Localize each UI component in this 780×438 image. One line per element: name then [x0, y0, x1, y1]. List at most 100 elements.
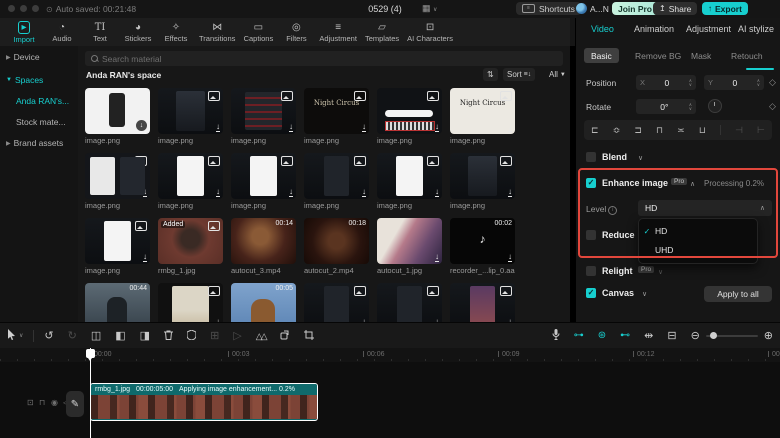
media-item[interactable]: ↓image.png — [85, 218, 150, 280]
download-icon[interactable]: ↓ — [143, 253, 147, 262]
timeline-clip[interactable]: rmbg_1.jpg 00:00:05:00 Applying image en… — [90, 383, 318, 421]
media-item[interactable]: Night Circus↓image.png — [304, 88, 369, 150]
media-item[interactable]: ↓autocut_1.jpg — [377, 218, 442, 280]
crop-icon[interactable] — [304, 330, 314, 343]
account-button[interactable]: A...N — [576, 3, 609, 14]
undo-icon[interactable]: ↺ — [44, 331, 53, 342]
stepper-icon[interactable]: ∧∨ — [757, 79, 760, 87]
tab-stickers[interactable]: ◕Stickers — [120, 22, 156, 43]
download-icon[interactable]: ↓ — [216, 188, 220, 197]
tab-transitions[interactable]: ⋈Transitions — [196, 22, 238, 43]
apply-to-all-button[interactable]: Apply to all — [704, 286, 772, 302]
filter-button[interactable]: All▼ — [545, 68, 570, 81]
align-right-icon[interactable]: ⊐ — [634, 125, 642, 136]
keyframe-diamond-icon[interactable]: ◇ — [769, 77, 776, 88]
align-top-icon[interactable]: ⊓ — [656, 125, 663, 136]
download-icon[interactable]: ↓ — [216, 123, 220, 132]
chevron-down-icon[interactable]: ∨ — [638, 154, 643, 162]
rotate-icon[interactable] — [280, 330, 290, 343]
tab-adjustment[interactable]: ≡Adjustment — [316, 22, 360, 43]
media-item[interactable]: ↓image.png — [450, 153, 515, 215]
tab-import[interactable]: ▸Import — [6, 21, 42, 44]
download-icon[interactable]: ↓ — [508, 253, 512, 262]
sidebar-item-device[interactable]: ▶Device — [6, 52, 40, 62]
export-button[interactable]: ↑Export — [702, 2, 748, 15]
search-input[interactable]: Search material — [85, 51, 563, 66]
tab-filters[interactable]: ◎Filters — [278, 22, 314, 43]
media-item[interactable]: ↓ — [377, 283, 442, 322]
sidebar-item-brand-assets[interactable]: ▶Brand assets — [6, 138, 63, 148]
media-item[interactable]: 00:14autocut_3.mp4 — [231, 218, 296, 280]
info-icon[interactable]: i — [608, 206, 617, 215]
canvas-checkbox[interactable]: ✓ — [586, 288, 596, 298]
rotate-input[interactable]: 0° ∧∨ — [636, 99, 696, 114]
mask-icon[interactable] — [187, 330, 196, 343]
stepper-icon[interactable]: ∧∨ — [689, 103, 692, 111]
subtab-mask[interactable]: Mask — [684, 48, 718, 63]
media-item[interactable]: 00:02♪↓recorder_...lip_0.aac — [450, 218, 515, 280]
tab-templates[interactable]: ▱Templates — [362, 22, 402, 43]
position-y-input[interactable]: Y 0 ∧∨ — [704, 75, 764, 90]
download-icon[interactable]: ↓ — [289, 123, 293, 132]
media-item[interactable]: Addedrmbg_1.jpg — [158, 218, 223, 280]
blend-checkbox[interactable] — [586, 152, 596, 162]
select-tool-icon[interactable] — [7, 329, 17, 343]
tab-audio[interactable]: ◔Audio — [44, 22, 80, 43]
download-icon[interactable]: ↓ — [136, 120, 147, 131]
delete-left-icon[interactable]: ◧ — [115, 331, 125, 342]
chevron-up-icon[interactable]: ∧ — [690, 180, 695, 188]
media-item[interactable]: ↓image.png — [377, 88, 442, 150]
playhead-line[interactable] — [90, 348, 91, 438]
download-icon[interactable]: ↓ — [508, 123, 512, 132]
split-icon[interactable]: ◫ — [91, 331, 101, 342]
media-item[interactable]: ↓image.png — [304, 153, 369, 215]
join-pro-button[interactable]: Join Pro — [612, 2, 658, 15]
media-item[interactable]: ↓image.png — [158, 88, 223, 150]
zoom-in-icon[interactable]: ⊕ — [764, 331, 773, 342]
align-left-icon[interactable]: ⊏ — [591, 125, 599, 136]
sidebar-item-spaces[interactable]: ▼Spaces — [6, 75, 43, 85]
window-close-icon[interactable] — [8, 5, 15, 12]
media-item[interactable]: 00:18autocut_2.mp4 — [304, 218, 369, 280]
tab-effects[interactable]: ✧Effects — [158, 22, 194, 43]
chevron-down-icon[interactable]: ∨ — [19, 333, 23, 339]
sort-button[interactable]: Sort≡↓ — [503, 68, 535, 81]
mirror-icon[interactable]: △△ — [256, 332, 266, 341]
position-x-input[interactable]: X 0 ∧∨ — [636, 75, 696, 90]
download-icon[interactable]: ↓ — [289, 188, 293, 197]
main-track-magnet-icon[interactable]: ⊶ — [574, 331, 584, 341]
media-item[interactable]: ↓image.png — [85, 88, 150, 150]
stepper-icon[interactable]: ∧∨ — [689, 79, 692, 87]
shortcuts-button[interactable]: ≡Shortcuts — [516, 2, 581, 15]
media-item[interactable]: Night Circus↓image.png — [450, 88, 515, 150]
media-item[interactable]: 00:05 — [231, 283, 296, 322]
record-voiceover-icon[interactable] — [552, 329, 560, 343]
lock-icon[interactable]: ⊓ — [39, 398, 45, 407]
align-middle-v-icon[interactable]: ≍ — [677, 125, 685, 136]
sidebar-item-anda-ran-space[interactable]: Anda RAN's... — [16, 96, 69, 106]
download-icon[interactable]: ↓ — [435, 123, 439, 132]
subtab-retouch[interactable]: Retouch — [724, 48, 770, 63]
eye-icon[interactable]: ◉ — [51, 398, 58, 407]
media-item[interactable]: ↓ — [450, 283, 515, 322]
media-item[interactable]: ↓image.png — [85, 153, 150, 215]
rotate-knob[interactable] — [708, 99, 722, 113]
relight-checkbox[interactable] — [586, 266, 596, 276]
slider-knob[interactable] — [710, 332, 717, 339]
download-icon[interactable]: ↓ — [435, 188, 439, 197]
delete-icon[interactable] — [164, 330, 173, 343]
media-item[interactable]: ↓ — [304, 283, 369, 322]
media-item[interactable]: 00:44 — [85, 283, 150, 322]
tab-animation[interactable]: Animation — [634, 24, 674, 34]
delete-right-icon[interactable]: ◨ — [140, 331, 150, 342]
align-center-h-icon[interactable]: ≎ — [613, 125, 621, 136]
download-icon[interactable]: ↓ — [362, 188, 366, 197]
auto-snapping-icon[interactable]: ⊛ — [598, 331, 606, 341]
tab-adjustment-panel[interactable]: Adjustment — [686, 24, 731, 34]
reduce-checkbox[interactable] — [586, 230, 596, 240]
share-button[interactable]: ↥Share — [653, 2, 697, 15]
download-icon[interactable]: ↓ — [143, 188, 147, 197]
cover-ribbon-icon[interactable]: ⊟ — [667, 331, 676, 342]
media-item[interactable]: ↓ — [158, 283, 223, 322]
chevron-down-icon[interactable]: ∨ — [642, 290, 647, 298]
